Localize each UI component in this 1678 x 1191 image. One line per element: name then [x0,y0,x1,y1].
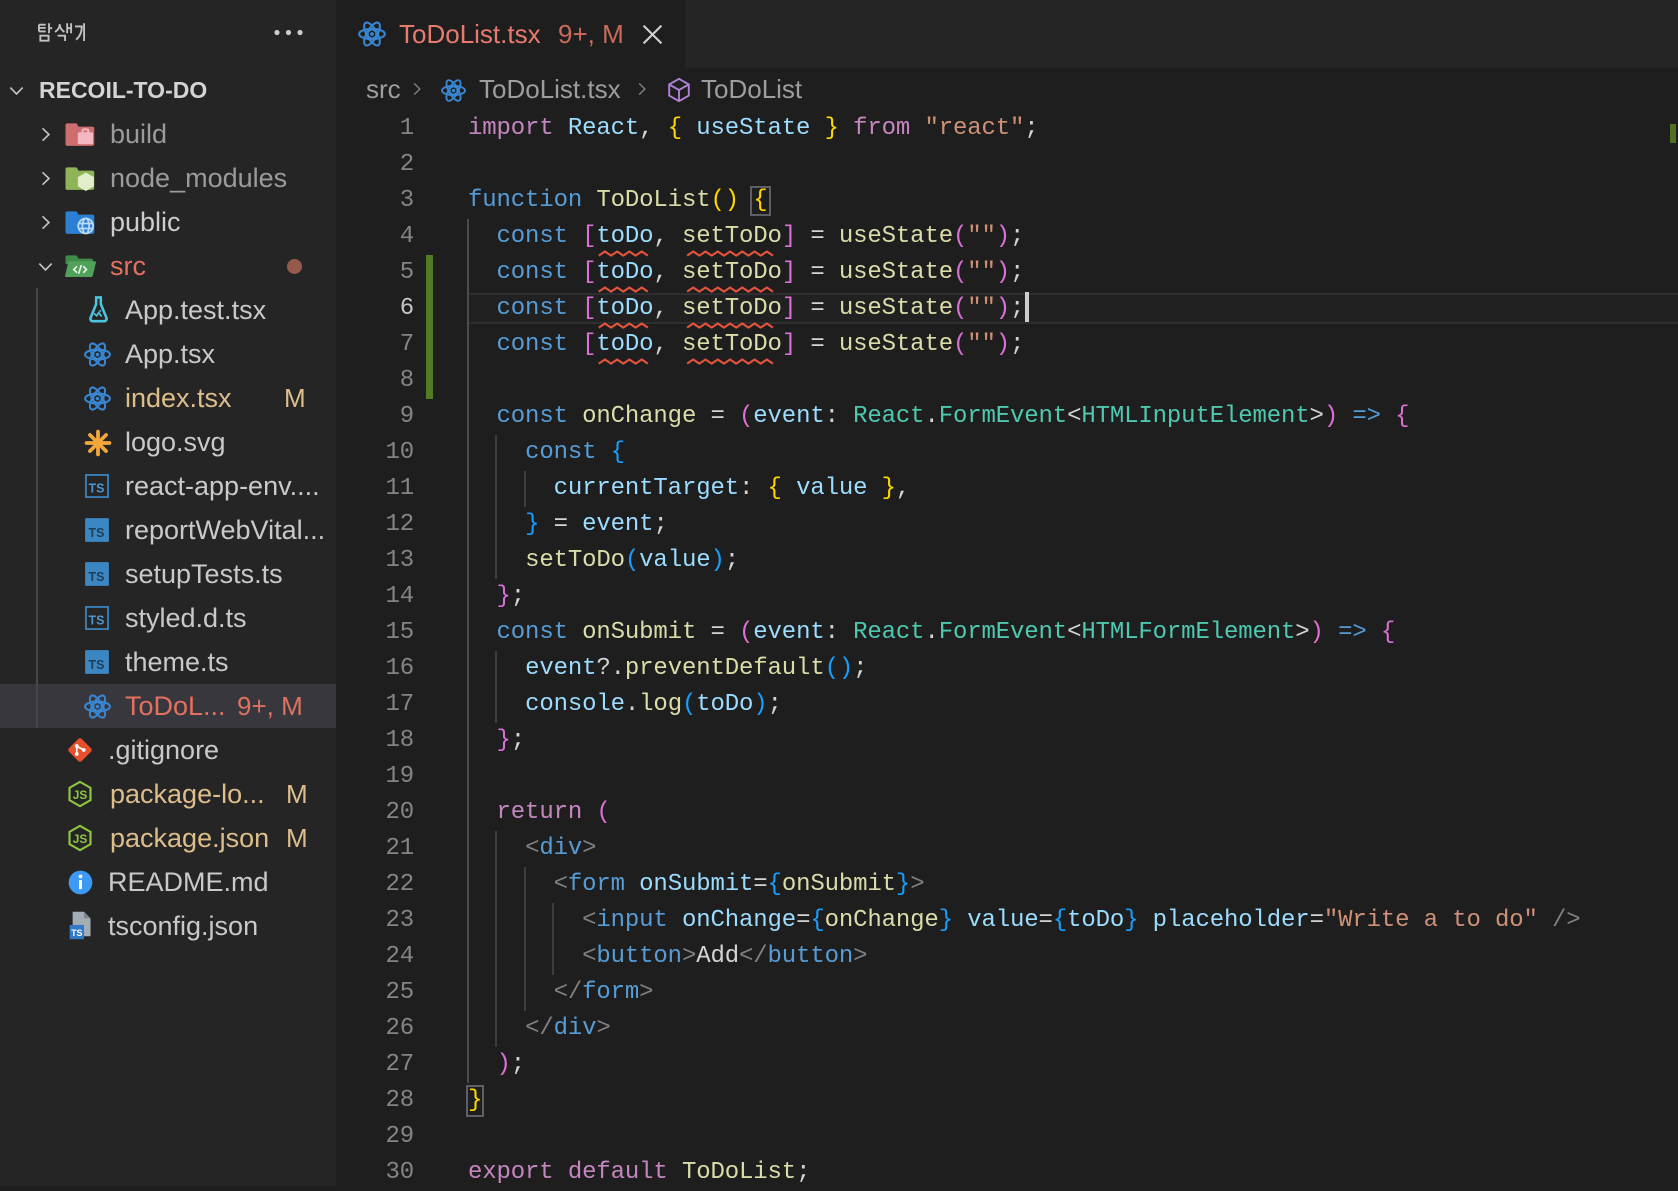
svg-text:JS: JS [73,788,88,802]
svg-text:JS: JS [73,832,88,846]
svg-text:TS: TS [71,928,82,938]
